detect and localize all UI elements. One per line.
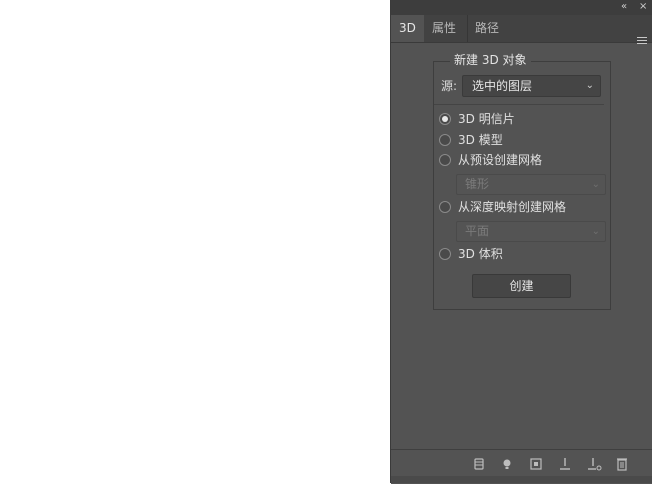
radio-label: 3D 体积 xyxy=(458,247,503,261)
create-button[interactable]: 创建 xyxy=(472,274,571,298)
chevron-down-icon: ⌄ xyxy=(585,80,594,91)
source-select-value: 选中的图层 xyxy=(472,79,533,93)
panel-tab-bar: 3D 属性 路径 xyxy=(391,15,652,46)
source-select[interactable]: 选中的图层 ⌄ xyxy=(462,75,601,97)
radio-button[interactable] xyxy=(439,201,451,213)
tab-properties[interactable]: 属性 xyxy=(424,15,468,42)
radio-button[interactable] xyxy=(439,154,451,166)
add-light-icon[interactable] xyxy=(557,456,573,472)
collapse-icon[interactable]: « xyxy=(621,1,627,13)
preset-shape-select: 锥形 ⌄ xyxy=(456,174,606,195)
depth-map-select: 平面 ⌄ xyxy=(456,221,606,242)
trash-icon[interactable] xyxy=(614,456,630,472)
light-bulb-icon[interactable] xyxy=(499,456,515,472)
radio-label: 从深度映射创建网格 xyxy=(458,200,567,214)
preset-shape-value: 锥形 xyxy=(465,177,490,191)
hamburger-menu-icon[interactable] xyxy=(637,37,647,46)
depth-map-value: 平面 xyxy=(465,224,490,238)
radio-label: 3D 模型 xyxy=(458,133,503,147)
source-label: 源: xyxy=(441,79,458,93)
panel-title-bar: « × xyxy=(391,0,652,15)
radio-button-selected[interactable] xyxy=(439,113,451,125)
chevron-down-icon: ⌄ xyxy=(591,179,600,190)
chevron-down-icon: ⌄ xyxy=(591,226,600,237)
render-icon[interactable] xyxy=(528,456,544,472)
tab-3d[interactable]: 3D xyxy=(391,15,424,42)
group-legend: 新建 3D 对象 xyxy=(450,52,531,68)
radio-button[interactable] xyxy=(439,134,451,146)
radio-label: 3D 明信片 xyxy=(458,112,515,126)
divider xyxy=(434,104,604,105)
radio-button[interactable] xyxy=(439,248,451,260)
delete-icon[interactable] xyxy=(586,456,602,472)
close-icon[interactable]: × xyxy=(639,1,647,13)
3d-panel: « × 3D 属性 路径 新建 3D 对象 源: 选中的图层 ⌄ 3D 明信片 … xyxy=(390,0,652,484)
radio-label: 从预设创建网格 xyxy=(458,153,543,167)
filter-by-scene-icon[interactable] xyxy=(471,456,487,472)
panel-bottom-edge xyxy=(391,476,652,483)
tab-paths[interactable]: 路径 xyxy=(467,15,510,42)
